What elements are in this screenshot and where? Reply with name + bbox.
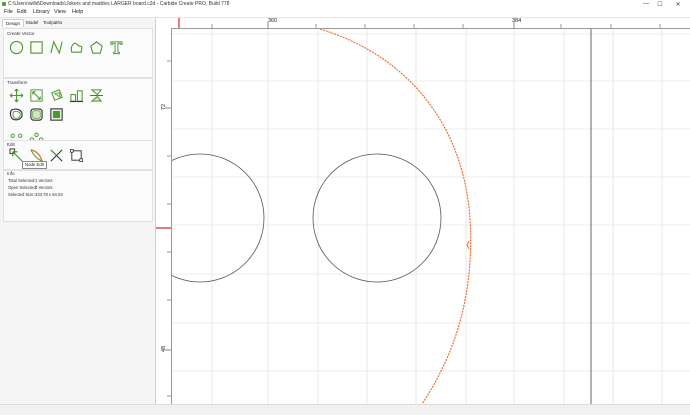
design-panel: Design Model Toolpaths Create Vector Tra… [0,18,156,404]
menu-file[interactable]: File [4,9,13,15]
fillet-icon[interactable] [28,106,44,122]
arc-notch [466,240,470,250]
vertical-ruler[interactable]: 72 48 [156,28,172,404]
info-title: Info [7,171,15,176]
horizontal-ruler[interactable]: 360 384 [156,18,690,29]
tab-design[interactable]: Design [2,19,25,27]
open-selected-label: Open Selected: [8,185,37,190]
menu-view[interactable]: View [54,9,66,15]
polyline-icon[interactable] [48,39,64,55]
rotate-icon[interactable] [48,87,64,103]
scale-icon[interactable] [28,87,44,103]
open-selected-value: 0 Vectors [35,185,53,190]
maximize-button[interactable]: ☐ [654,0,666,8]
align-icon[interactable] [68,87,84,103]
text-icon[interactable] [108,39,124,55]
curve-icon[interactable] [68,39,84,55]
ruler-label-x2: 384 [512,18,522,24]
menu-library[interactable]: Library [33,9,50,15]
mirror-icon[interactable] [88,87,104,103]
offset-icon[interactable] [8,106,24,122]
window-title: C:\Users\willd\Downloads\Jokers and marb… [8,1,230,7]
tab-toolpaths[interactable]: Toolpaths [40,19,65,26]
left-circle-vector [172,153,265,283]
ruler-label-x1: 360 [268,18,278,24]
ruler-label-y1: 72 [161,103,167,110]
selected-size-row: Selected Size: 333.78 x 84.03 [8,192,63,197]
menu-help[interactable]: Help [72,9,83,15]
design-canvas[interactable] [172,29,690,404]
selected-size-label: Selected Size: [8,192,35,197]
menu-bar: File Edit Library View Help [0,8,690,18]
close-button[interactable]: ✕ [672,0,684,8]
knife-icon[interactable] [48,147,64,163]
boolean-icon[interactable] [48,106,64,122]
panel-tabs: Design Model Toolpaths [0,18,155,27]
polygon-icon[interactable] [88,39,104,55]
move-icon[interactable] [8,87,24,103]
minimize-button[interactable]: — [640,0,652,8]
total-selected-value: 1 Vectors [35,178,53,183]
middle-circle-vector [312,153,442,283]
canvas-drawing [172,29,690,404]
bbox-icon[interactable] [68,147,84,163]
transform-title: Transform [7,80,28,85]
selected-arc-vector [319,29,472,404]
circle-icon[interactable] [8,39,24,55]
title-bar: C:\Users\willd\Downloads\Jokers and marb… [0,0,690,8]
status-bar [0,404,690,415]
app-icon [2,2,6,6]
canvas-grid [172,29,690,404]
rectangle-icon[interactable] [28,39,44,55]
total-selected-label: Total Selected: [8,178,36,183]
horizontal-ruler-ticks [178,18,661,28]
open-selected-row: Open Selected: 0 Vectors [8,185,52,190]
node-edit-tooltip: Node Edit [22,161,47,169]
create-vector-title: Create Vector [7,31,35,36]
menu-edit[interactable]: Edit [17,9,26,15]
selected-size-value: 333.78 x 84.03 [35,192,63,197]
total-selected-row: Total Selected: 1 Vectors [8,178,52,183]
ruler-label-y2: 48 [161,345,167,352]
tab-model[interactable]: Model [23,19,41,26]
